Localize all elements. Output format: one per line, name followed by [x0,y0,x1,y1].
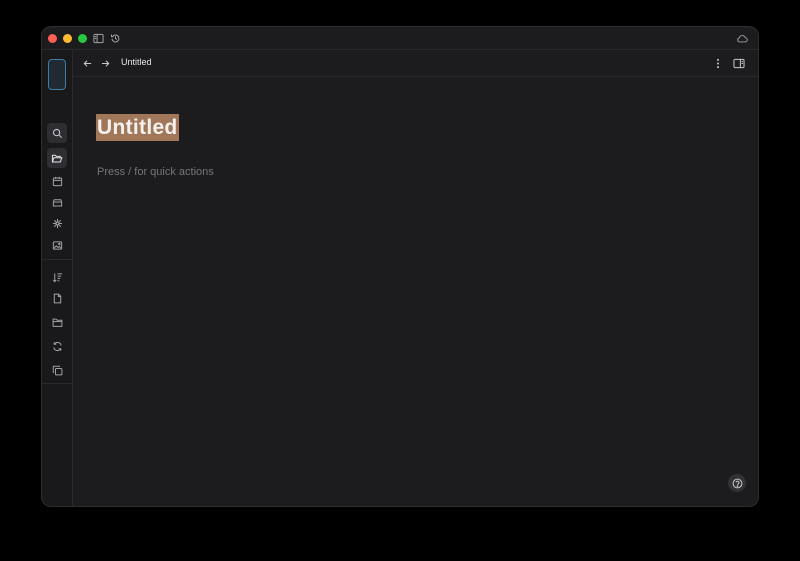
right-panel-icon [733,58,745,69]
gallery-button[interactable] [47,235,67,255]
editor-placeholder[interactable]: Press / for quick actions [97,166,214,178]
archive-button[interactable] [47,192,67,212]
maximize-window-button[interactable] [78,34,87,43]
sidebar-toggle-icon[interactable] [92,32,105,45]
graph-icon [52,218,63,229]
breadcrumb[interactable]: Untitled [121,57,152,67]
arrow-right-icon [101,59,110,68]
main-area: Untitled Untitled Press / for quick acti… [73,50,758,506]
copy-button[interactable] [47,360,67,380]
sort-button[interactable] [47,267,67,287]
graph-button[interactable] [47,213,67,233]
more-options-button[interactable] [711,56,725,70]
settings-button[interactable] [47,503,67,506]
file-icon [52,293,63,304]
image-icon [52,240,63,251]
sort-icon [52,272,63,283]
folder-icon [52,317,63,328]
sidebar-divider [42,383,72,384]
forward-button[interactable] [98,56,112,70]
document-title[interactable]: Untitled [96,114,179,141]
arrow-left-icon [83,59,92,68]
folder-open-icon [51,153,63,164]
new-note-button[interactable] [47,288,67,308]
new-folder-button[interactable] [47,312,67,332]
back-button[interactable] [80,56,94,70]
sidebar-divider [42,259,72,260]
sync-button[interactable] [47,336,67,356]
cloud-icon[interactable] [735,32,748,45]
help-button[interactable] [728,474,746,492]
search-button[interactable] [47,123,67,143]
calendar-button[interactable] [47,171,67,191]
history-icon[interactable] [109,32,122,45]
more-vertical-icon [716,58,720,69]
archive-icon [52,197,63,208]
copy-icon [52,365,63,376]
search-icon [52,128,63,139]
right-panel-toggle[interactable] [732,56,746,70]
app-window: Untitled Untitled Press / for quick acti… [42,27,758,506]
sync-icon [52,341,63,352]
title-bar [42,27,758,50]
files-button[interactable] [47,148,67,168]
workspace-switcher[interactable] [48,59,66,90]
minimize-window-button[interactable] [63,34,72,43]
help-icon [732,478,743,489]
nav-bar: Untitled [73,50,758,77]
calendar-icon [52,176,63,187]
sidebar [42,50,73,506]
close-window-button[interactable] [48,34,57,43]
